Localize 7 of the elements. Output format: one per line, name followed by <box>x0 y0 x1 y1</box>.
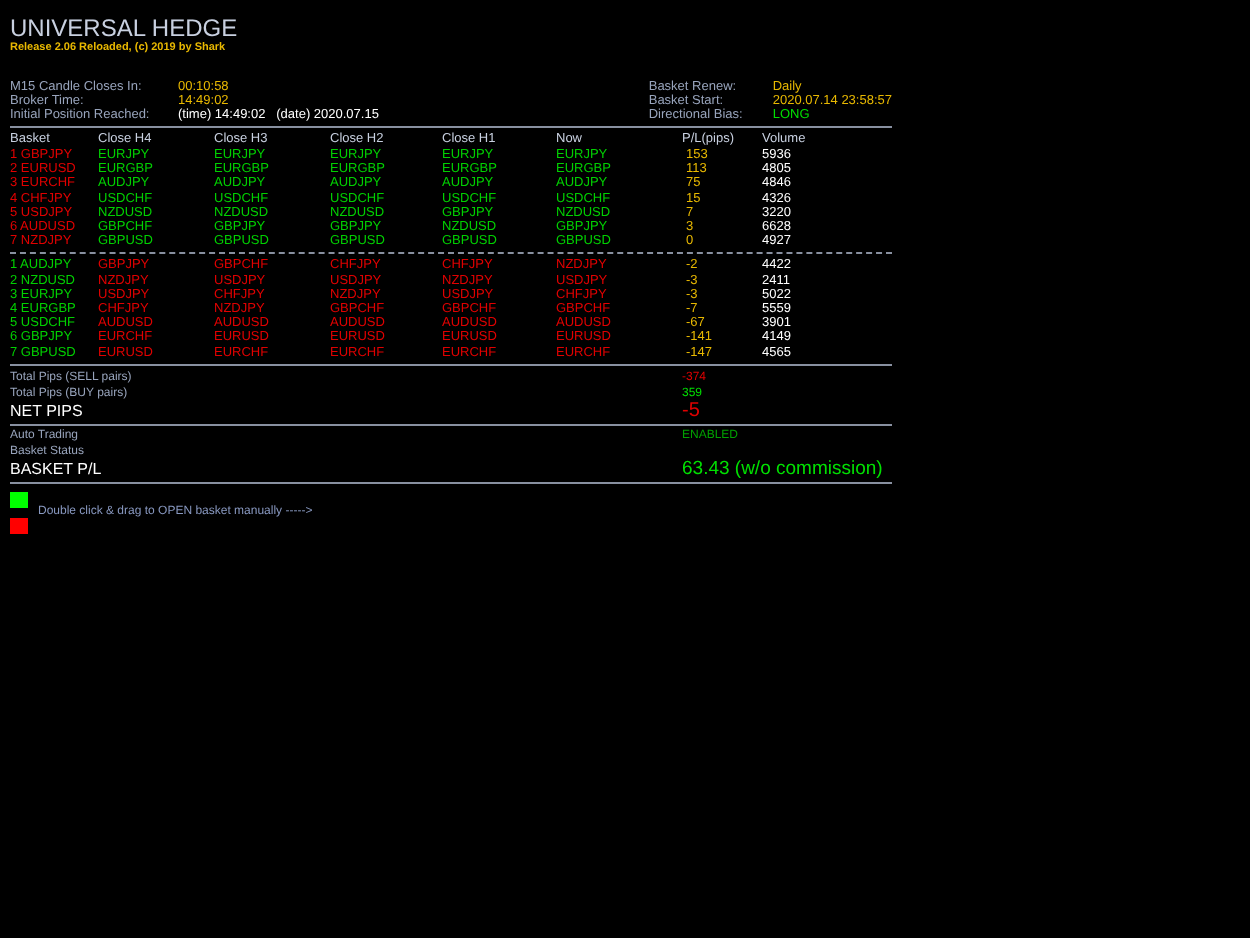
basket-pl-value: 63.43 (w/o commission) <box>682 459 883 480</box>
color-button[interactable] <box>10 491 28 508</box>
color-button[interactable] <box>10 517 28 534</box>
net-pips-label: NET PIPS <box>10 401 85 422</box>
basket-pl-label: BASKET P/L <box>10 459 104 480</box>
net-pips-value: -5 <box>682 401 700 422</box>
app-title: UNIVERSAL HEDGE <box>10 16 240 42</box>
